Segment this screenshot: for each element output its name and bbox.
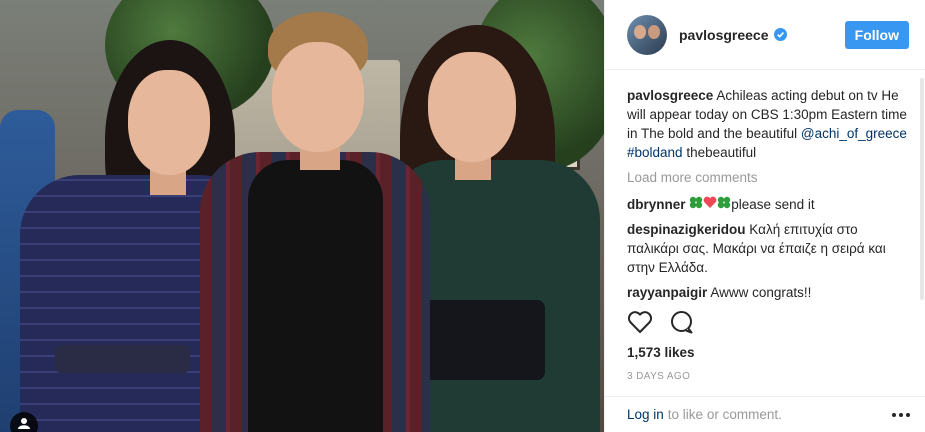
post-date[interactable]: 3 DAYS AGO (627, 371, 690, 382)
comment-item: rayyanpaigir Awww congrats!! (627, 283, 910, 300)
comment-text: Awww congrats!! (710, 285, 812, 300)
caption-hashtag[interactable]: #boldand (627, 145, 683, 160)
post-actions (627, 310, 695, 334)
comment-item: dbrynner please send it (627, 195, 910, 214)
like-heart-icon[interactable] (627, 310, 653, 334)
load-more-comments-link[interactable]: Load more comments (627, 170, 910, 185)
shamrock-icon (689, 196, 703, 212)
caption: pavlosgreece Achileas acting debut on tv… (627, 86, 910, 162)
user-tag-icon[interactable] (10, 412, 38, 432)
comment-username[interactable]: rayyanpaigir (627, 285, 707, 300)
follow-button[interactable]: Follow (844, 20, 909, 49)
comment-item: despinazigkeridou Καλή επιτυχία στο παλι… (627, 220, 910, 277)
caption-tail: thebeautiful (686, 145, 757, 160)
caption-mention[interactable]: @achi_of_greece (801, 126, 907, 141)
avatar[interactable] (627, 14, 667, 55)
comment-text: please send it (731, 197, 815, 212)
more-options-icon[interactable] (892, 412, 910, 417)
post-header: pavlosgreece Follow (605, 0, 925, 70)
instagram-post: pavlosgreece Follow pavlosgreece Achilea… (0, 0, 925, 432)
comments-scrollbar[interactable] (920, 78, 924, 300)
comment-username[interactable]: dbrynner (627, 197, 686, 212)
login-link[interactable]: Log in (627, 407, 664, 422)
post-photo[interactable] (0, 0, 604, 432)
post-side-panel: pavlosgreece Follow pavlosgreece Achilea… (604, 0, 925, 432)
post-footer: Log in to like or comment. (605, 396, 925, 432)
verified-badge-icon (773, 28, 787, 41)
heart-icon (703, 196, 717, 212)
likes-count[interactable]: 1,573 likes (627, 345, 695, 360)
comments-section: pavlosgreece Achileas acting debut on tv… (605, 78, 925, 300)
comment-bubble-icon[interactable] (669, 310, 695, 334)
comment-username[interactable]: despinazigkeridou (627, 222, 746, 237)
login-prompt-text: to like or comment. (667, 407, 782, 422)
header-username[interactable]: pavlosgreece (679, 27, 769, 43)
caption-username[interactable]: pavlosgreece (627, 88, 713, 103)
shamrock-icon (717, 196, 731, 212)
